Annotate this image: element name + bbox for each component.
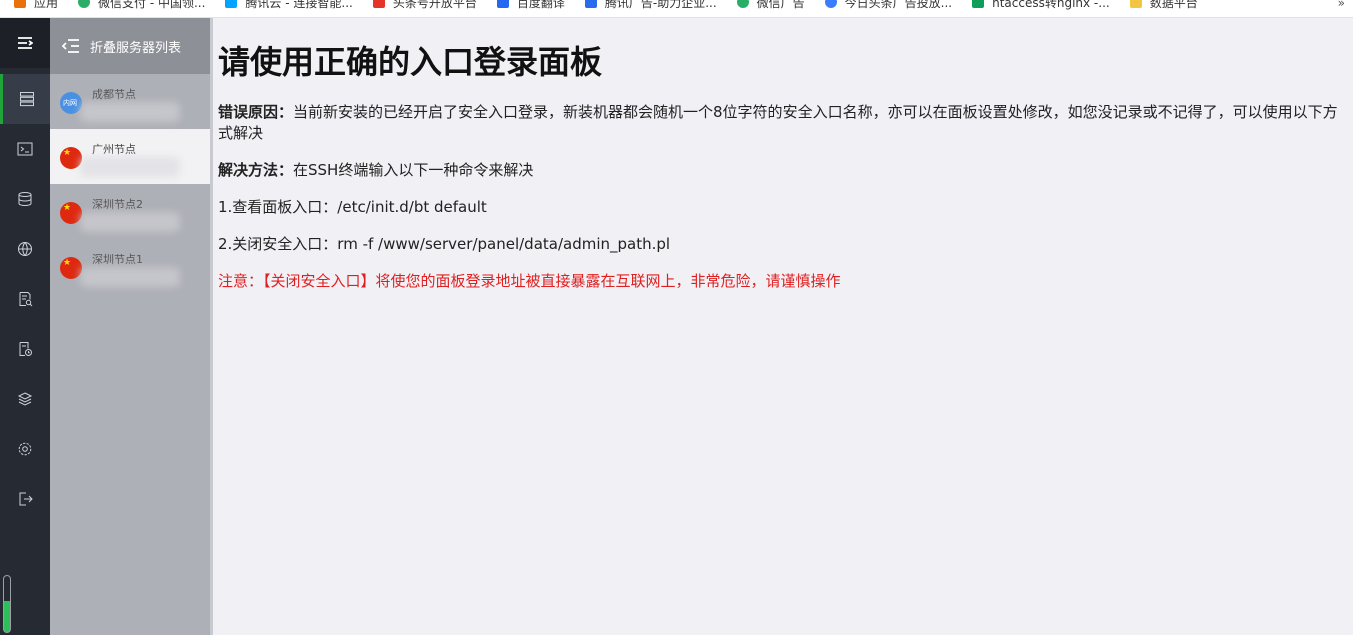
menu-toggle-button[interactable] bbox=[0, 18, 50, 68]
server-name: 深圳节点2 bbox=[92, 198, 143, 211]
bookmark-toutiao[interactable]: 头条号开放平台 bbox=[372, 0, 477, 10]
collapse-label: 折叠服务器列表 bbox=[90, 40, 182, 56]
bookmark-label: 今日头条广告投放... bbox=[844, 0, 953, 10]
file-search-icon bbox=[19, 292, 33, 307]
collapse-list-icon bbox=[62, 39, 79, 53]
toutiao-icon bbox=[372, 0, 385, 8]
layers-icon bbox=[17, 392, 33, 406]
bookmark-htaccess[interactable]: htaccess转nginx -... bbox=[972, 0, 1110, 10]
nav-logout[interactable] bbox=[0, 474, 50, 524]
bookmark-baidu-translate[interactable]: 百度翻译 bbox=[496, 0, 565, 10]
bookmark-tencent-ads[interactable]: 腾讯广告-助力企业... bbox=[584, 0, 717, 10]
folder-icon bbox=[1129, 0, 1142, 8]
server-list-panel: 折叠服务器列表 成都节点 广州节点 深圳节点2 深圳节点1 bbox=[50, 18, 210, 635]
server-item-guangzhou[interactable]: 广州节点 bbox=[50, 129, 210, 184]
nav-files[interactable] bbox=[0, 274, 50, 324]
bookmark-label: 微信广告 bbox=[756, 0, 805, 10]
bookmark-data-platform[interactable]: 数据平台 bbox=[1129, 0, 1198, 10]
bookmark-label: 头条号开放平台 bbox=[392, 0, 477, 10]
server-item-shenzhen-2[interactable]: 深圳节点2 bbox=[50, 184, 210, 239]
page-title: 请使用正确的入口登录面板 bbox=[218, 43, 603, 81]
nav-terminal[interactable] bbox=[0, 124, 50, 174]
nav-settings[interactable] bbox=[0, 424, 50, 474]
nav-servers[interactable] bbox=[0, 74, 50, 124]
bookmark-ocean-engine[interactable]: 今日头条广告投放... bbox=[824, 0, 953, 10]
bookmark-label: 微信支付 - 中国领... bbox=[98, 0, 206, 10]
apps-icon bbox=[14, 0, 26, 8]
bookmark-tencent-cloud[interactable]: 腾讯云 - 连接智能... bbox=[225, 0, 353, 10]
intranet-badge-icon bbox=[60, 92, 82, 114]
error-reason: 错误原因：当前新安装的已经开启了安全入口登录，新装机器都会随机一个8位字符的安全… bbox=[218, 102, 1353, 144]
china-flag-icon bbox=[60, 147, 82, 169]
baidu-translate-icon bbox=[496, 0, 509, 8]
step-view-entry: 1.查看面板入口：/etc/init.d/bt default bbox=[218, 198, 487, 216]
bookmark-label: 腾讯广告-助力企业... bbox=[604, 0, 717, 10]
reason-text: 当前新安装的已经开启了安全入口登录，新装机器都会随机一个8位字符的安全入口名称，… bbox=[218, 103, 1338, 142]
china-flag-icon bbox=[60, 202, 82, 224]
nav-software[interactable] bbox=[0, 374, 50, 424]
load-meter bbox=[3, 575, 11, 633]
solution: 解决方法：在SSH终端输入以下一种命令来解决 bbox=[218, 160, 1353, 181]
solution-label: 解决方法： bbox=[218, 161, 294, 179]
gear-icon bbox=[18, 442, 32, 456]
tencent-cloud-icon bbox=[225, 0, 238, 8]
server-item-shenzhen-1[interactable]: 深圳节点1 bbox=[50, 239, 210, 294]
step-disable-entry: 2.关闭安全入口：rm -f /www/server/panel/data/ad… bbox=[218, 235, 671, 253]
server-name: 广州节点 bbox=[92, 143, 136, 156]
bookmark-label: 百度翻译 bbox=[516, 0, 565, 10]
redacted-address bbox=[80, 157, 180, 177]
ocean-engine-icon bbox=[824, 0, 837, 8]
bookmark-wechat-ads[interactable]: 微信广告 bbox=[736, 0, 805, 10]
bookmarks-bar: 应用 微信支付 - 中国领... 腾讯云 - 连接智能... 头条号开放平台 百… bbox=[0, 0, 1353, 18]
bookmark-wechat-pay[interactable]: 微信支付 - 中国领... bbox=[78, 0, 206, 10]
sheet-icon bbox=[972, 0, 985, 8]
nav-website[interactable] bbox=[0, 224, 50, 274]
redacted-address bbox=[80, 212, 180, 232]
terminal-icon bbox=[17, 142, 33, 156]
server-item-chengdu[interactable]: 成都节点 bbox=[50, 74, 210, 129]
wechat-ads-icon bbox=[736, 0, 749, 8]
log-clock-icon bbox=[19, 342, 32, 356]
warning-text: 注意：【关闭安全入口】将使您的面板登录地址被直接暴露在互联网上，非常危险，请谨慎… bbox=[218, 272, 841, 290]
bookmark-apps[interactable]: 应用 bbox=[14, 0, 59, 10]
globe-icon bbox=[18, 242, 32, 256]
redacted-address bbox=[80, 267, 180, 287]
tencent-ads-icon bbox=[584, 0, 597, 8]
bookmark-label: 数据平台 bbox=[1149, 0, 1198, 10]
reason-label: 错误原因： bbox=[218, 103, 294, 121]
bookmark-label: 腾讯云 - 连接智能... bbox=[245, 0, 353, 10]
solution-text: 在SSH终端输入以下一种命令来解决 bbox=[293, 161, 534, 179]
bookmark-label: 应用 bbox=[34, 0, 59, 10]
main-content: 请使用正确的入口登录面板 错误原因：当前新安装的已经开启了安全入口登录，新装机器… bbox=[213, 18, 1353, 635]
logout-icon bbox=[19, 492, 33, 506]
wechat-icon bbox=[78, 0, 91, 8]
collapse-server-list-button[interactable]: 折叠服务器列表 bbox=[50, 18, 210, 74]
server-name: 深圳节点1 bbox=[92, 253, 143, 266]
redacted-address bbox=[80, 102, 180, 122]
nav-logs[interactable] bbox=[0, 324, 50, 374]
server-name: 成都节点 bbox=[92, 88, 136, 101]
menu-collapse-icon bbox=[18, 37, 33, 49]
server-list-icon bbox=[19, 92, 34, 107]
nav-rail bbox=[0, 18, 50, 635]
nav-database[interactable] bbox=[0, 174, 50, 224]
database-icon bbox=[18, 192, 32, 207]
china-flag-icon bbox=[60, 257, 82, 279]
bookmark-label: htaccess转nginx -... bbox=[992, 0, 1110, 10]
bookmarks-more-button[interactable]: » bbox=[1338, 0, 1345, 10]
